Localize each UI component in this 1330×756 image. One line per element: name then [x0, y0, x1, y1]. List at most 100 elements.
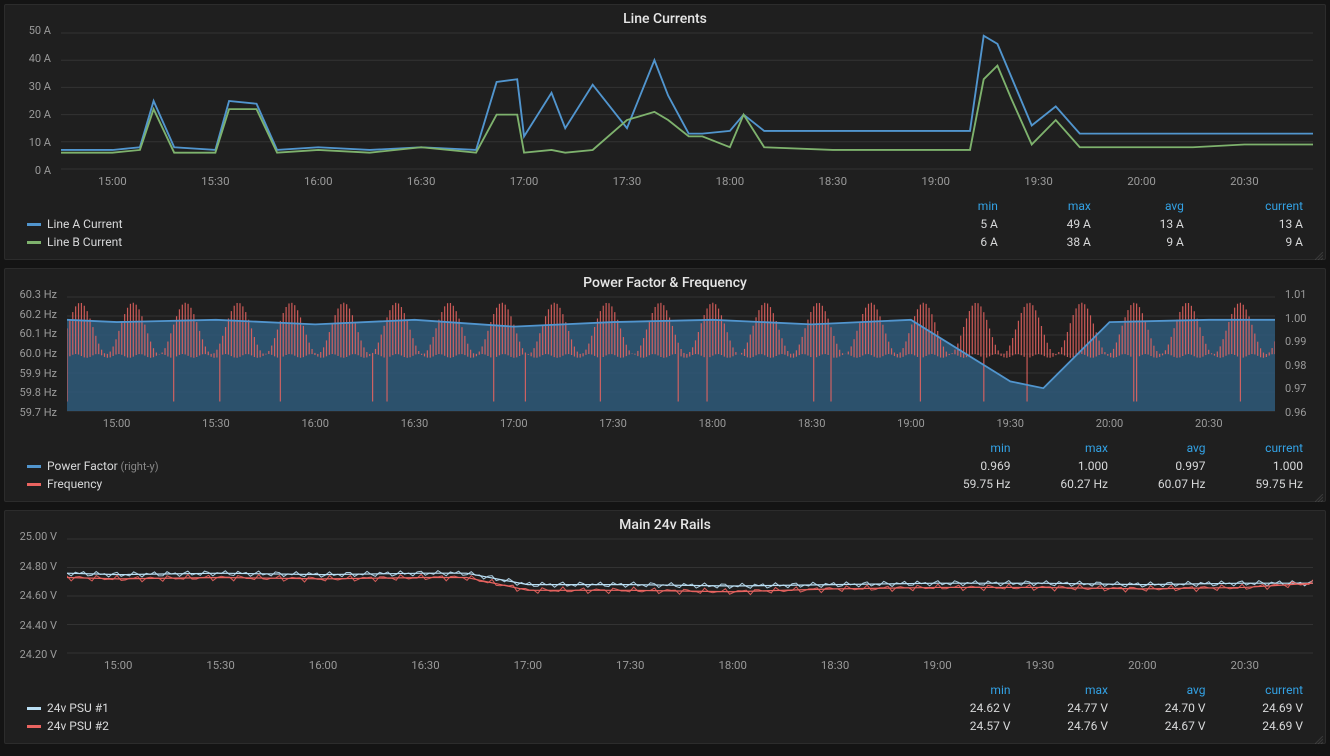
panel-line-currents: Line Currents15:0015:3016:0016:3017:0017…: [4, 4, 1326, 260]
y-tick-label-left: 60.0 Hz: [20, 347, 57, 360]
legend-header[interactable]: max: [1023, 439, 1121, 457]
y-tick-label-left: 60.1 Hz: [20, 327, 57, 340]
series-line: [61, 36, 1313, 150]
y-tick-label-left: 40 A: [29, 52, 51, 65]
y-tick-label-left: 50 A: [29, 24, 51, 37]
y-tick-label-left: 59.8 Hz: [20, 386, 57, 399]
legend-row[interactable]: 24v PSU #224.57 V24.76 V24.67 V24.69 V: [15, 717, 1315, 735]
legend-stat: 24.69 V: [1218, 717, 1316, 735]
legend-header[interactable]: min: [925, 681, 1023, 699]
legend-stat: 59.75 Hz: [925, 475, 1023, 493]
y-tick-label-left: 20 A: [29, 108, 51, 121]
x-tick-label: 15:00: [104, 659, 132, 672]
resize-handle-icon[interactable]: [1315, 491, 1323, 499]
legend-header[interactable]: current: [1218, 681, 1316, 699]
x-tick-label: 16:30: [401, 417, 429, 430]
x-tick-label: 19:30: [996, 417, 1024, 430]
x-tick-label: 15:30: [206, 659, 234, 672]
legend-header[interactable]: max: [1010, 197, 1103, 215]
legend-stat: 1.000: [1218, 457, 1316, 475]
x-tick-label: 16:30: [407, 175, 436, 188]
x-tick-label: 19:00: [921, 175, 950, 188]
x-tick-label: 15:00: [103, 417, 131, 430]
chart-area[interactable]: 15:0015:3016:0016:3017:0017:3018:0018:30…: [5, 537, 1325, 675]
chart-area[interactable]: 15:0015:3016:0016:3017:0017:3018:0018:30…: [5, 295, 1325, 433]
x-tick-label: 20:00: [1127, 175, 1156, 188]
x-tick-label: 17:00: [510, 175, 539, 188]
legend-header[interactable]: avg: [1103, 197, 1196, 215]
panel-title[interactable]: Line Currents: [5, 5, 1325, 31]
panel-title[interactable]: Main 24v Rails: [5, 511, 1325, 537]
legend-stat: 9 A: [1103, 233, 1196, 251]
y-tick-label-right: 0.97: [1285, 382, 1306, 395]
legend-stat: 24.77 V: [1023, 699, 1121, 717]
x-tick-label: 18:00: [718, 659, 746, 672]
legend-header[interactable]: current: [1196, 197, 1315, 215]
legend-series-name: Line A Current: [47, 217, 123, 231]
chart-area[interactable]: 15:0015:3016:0016:3017:0017:3018:0018:30…: [5, 31, 1325, 191]
legend-header[interactable]: min: [925, 439, 1023, 457]
legend-stat: 0.969: [925, 457, 1023, 475]
legend-stat: 38 A: [1010, 233, 1103, 251]
legend: minmaxavgcurrentPower Factor (right-y)0.…: [5, 433, 1325, 501]
y-tick-label-left: 24.20 V: [20, 648, 57, 661]
legend-row[interactable]: Frequency59.75 Hz60.27 Hz60.07 Hz59.75 H…: [15, 475, 1315, 493]
legend-series-name: Frequency: [47, 477, 102, 491]
panel-power-factor-frequency: Power Factor & Frequency 15:00 15:30 16:00 1…: [4, 268, 1326, 502]
legend-stat: 60.07 Hz: [1120, 475, 1218, 493]
legend-swatch: [27, 483, 41, 486]
x-tick-label: 20:00: [1096, 417, 1124, 430]
y-tick-label-right: 0.98: [1285, 359, 1306, 372]
x-tick-label: 20:30: [1195, 417, 1223, 430]
legend-stat: 59.75 Hz: [1218, 475, 1316, 493]
x-tick-label: 17:30: [613, 175, 642, 188]
y-tick-label-right: 0.99: [1285, 335, 1306, 348]
legend-header[interactable]: avg: [1120, 439, 1218, 457]
chart-svg[interactable]: 15:0015:3016:0016:3017:0017:3018:0018:30…: [67, 537, 1313, 675]
y-tick-label-left: 30 A: [29, 80, 51, 93]
x-tick-label: 19:00: [923, 659, 951, 672]
x-tick-label: 19:30: [1024, 175, 1053, 188]
x-tick-label: 18:30: [818, 175, 847, 188]
y-tick-label-left: 24.80 V: [20, 560, 57, 573]
legend-stat: 24.67 V: [1120, 717, 1218, 735]
legend: minmaxavgcurrentLine A Current5 A49 A13 …: [5, 191, 1325, 259]
legend-stat: 13 A: [1196, 215, 1315, 233]
legend-stat: 24.69 V: [1218, 699, 1316, 717]
legend-stat: 0.997: [1120, 457, 1218, 475]
legend-header[interactable]: min: [925, 197, 1010, 215]
legend-header[interactable]: avg: [1120, 681, 1218, 699]
legend-stat: 5 A: [925, 215, 1010, 233]
panel-title[interactable]: Power Factor & Frequency: [5, 269, 1325, 295]
x-tick-label: 15:30: [202, 417, 230, 430]
legend-swatch: [27, 465, 41, 468]
x-tick-label: 16:00: [301, 417, 329, 430]
chart-svg[interactable]: 15:0015:3016:0016:3017:0017:3018:0018:30…: [61, 31, 1313, 191]
y-tick-label-right: 0.96: [1285, 406, 1306, 419]
legend-header[interactable]: max: [1023, 681, 1121, 699]
x-tick-label: 15:00: [98, 175, 127, 188]
legend-row[interactable]: 24v PSU #124.62 V24.77 V24.70 V24.69 V: [15, 699, 1315, 717]
y-tick-label-left: 25.00 V: [20, 530, 57, 543]
y-tick-label-right: 1.00: [1285, 312, 1306, 325]
legend-stat: 13 A: [1103, 215, 1196, 233]
legend-header[interactable]: current: [1218, 439, 1316, 457]
legend-row[interactable]: Line B Current6 A38 A9 A9 A: [15, 233, 1315, 251]
legend-swatch: [27, 725, 41, 728]
x-tick-label: 18:30: [821, 659, 849, 672]
chart-svg[interactable]: 15:0015:3016:0016:3017:0017:3018:0018:30…: [67, 295, 1275, 433]
y-tick-label-left: 60.3 Hz: [20, 288, 57, 301]
y-tick-label-left: 0 A: [35, 164, 51, 177]
legend-stat: 6 A: [925, 233, 1010, 251]
resize-handle-icon[interactable]: [1315, 733, 1323, 741]
y-tick-label-left: 24.40 V: [20, 619, 57, 632]
resize-handle-icon[interactable]: [1315, 249, 1323, 257]
legend-row[interactable]: Power Factor (right-y)0.9691.0000.9971.0…: [15, 457, 1315, 475]
y-tick-label-left: 24.60 V: [20, 589, 57, 602]
legend-row[interactable]: Line A Current5 A49 A13 A13 A: [15, 215, 1315, 233]
x-tick-label: 20:30: [1230, 175, 1259, 188]
legend-swatch: [27, 223, 41, 226]
legend-series-name: Line B Current: [47, 235, 122, 249]
series-line: [61, 66, 1313, 153]
x-tick-label: 16:00: [309, 659, 337, 672]
